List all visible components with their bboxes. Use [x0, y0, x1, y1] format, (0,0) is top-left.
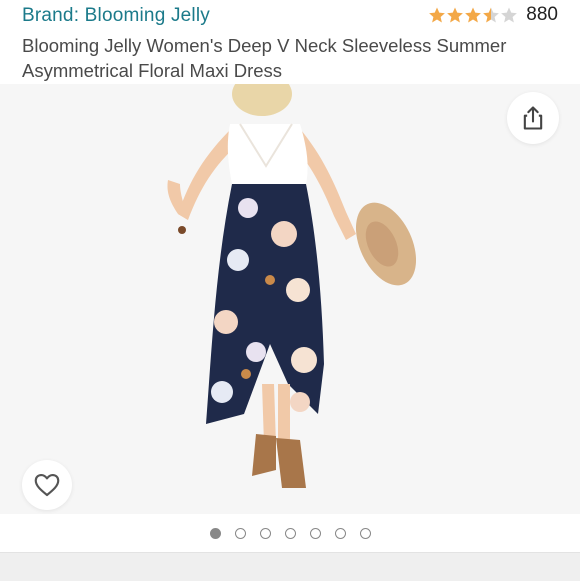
star-half-icon: [483, 7, 500, 23]
rating-summary[interactable]: 880: [428, 4, 558, 26]
brand-link[interactable]: Brand: Blooming Jelly: [22, 5, 210, 27]
product-title: Blooming Jelly Women's Deep V Neck Sleev…: [22, 33, 562, 83]
star-icon: [429, 7, 446, 23]
product-image-gallery[interactable]: [0, 84, 580, 514]
pagination-dot[interactable]: [309, 527, 321, 539]
product-title-line: Asymmetrical Floral Maxi Dress: [22, 60, 283, 81]
pagination-dot[interactable]: [359, 527, 371, 539]
pagination-dot[interactable]: [284, 527, 296, 539]
star-rating: [428, 6, 518, 24]
pagination-dot[interactable]: [234, 527, 246, 539]
rating-count: 880: [526, 4, 558, 25]
pagination-dot[interactable]: [334, 527, 346, 539]
star-icon: [465, 7, 482, 23]
star-icon: [447, 7, 464, 23]
share-button[interactable]: [507, 92, 559, 144]
section-divider: [0, 552, 580, 581]
image-pagination: [0, 514, 580, 552]
product-title-line: Blooming Jelly Women's Deep V Neck Sleev…: [22, 35, 507, 56]
product-photo: [0, 84, 580, 514]
pagination-dot[interactable]: [209, 527, 221, 539]
heart-icon: [34, 473, 60, 497]
share-icon: [523, 106, 543, 130]
pagination-dot[interactable]: [259, 527, 271, 539]
add-to-wishlist-button[interactable]: [22, 460, 72, 510]
star-empty-icon: [501, 7, 518, 23]
product-header: Brand: Blooming Jelly 880 Blooming Jelly…: [0, 0, 580, 84]
